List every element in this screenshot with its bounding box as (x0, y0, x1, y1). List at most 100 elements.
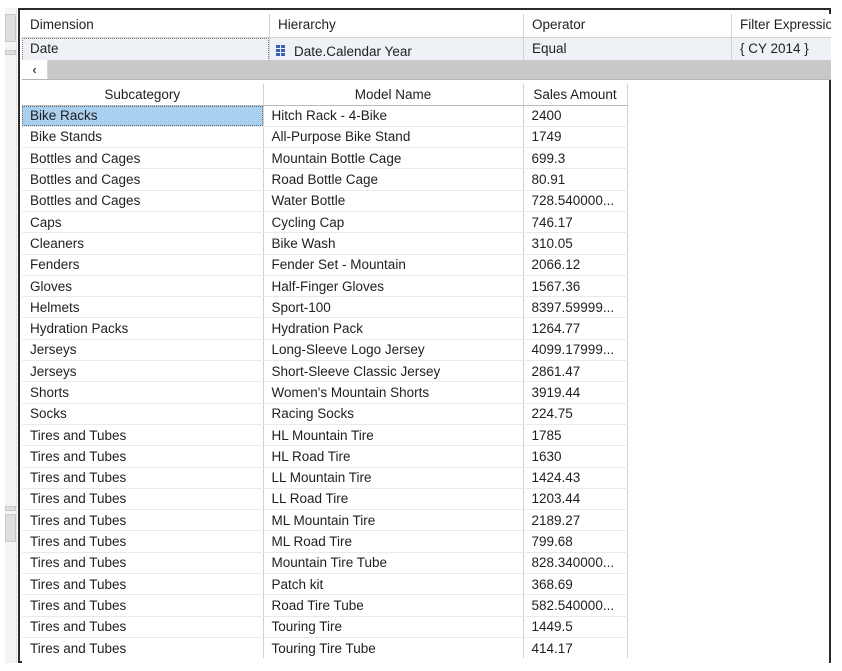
table-row[interactable]: Bottles and Cages Road Bottle Cage 80.91 (22, 168, 628, 191)
cell-model-name[interactable]: ML Mountain Tire (263, 509, 524, 532)
cell-subcategory[interactable]: Bottles and Cages (22, 147, 264, 170)
cell-subcategory[interactable]: Jerseys (22, 360, 264, 383)
cell-subcategory[interactable]: Bottles and Cages (22, 168, 264, 191)
cell-model-name[interactable]: Hydration Pack (263, 317, 524, 340)
table-row[interactable]: Socks Racing Socks 224.75 (22, 403, 628, 425)
cell-subcategory[interactable]: Tires and Tubes (22, 530, 264, 553)
table-row[interactable]: Bottles and Cages Mountain Bottle Cage 699… (22, 147, 628, 170)
cell-subcategory[interactable]: Cleaners (22, 232, 264, 255)
table-row[interactable]: Helmets Sport-100 8397.59999... (22, 296, 628, 319)
cell-sales-amount[interactable]: 368.69 (523, 573, 628, 596)
cell-subcategory[interactable]: Tires and Tubes (22, 616, 264, 638)
table-row[interactable]: Bottles and Cages Water Bottle 728.540000.… (22, 190, 628, 212)
cell-subcategory[interactable]: Bottles and Cages (22, 190, 264, 212)
cell-model-name[interactable]: Women's Mountain Shorts (263, 381, 524, 404)
cell-sales-amount[interactable]: 1567.36 (523, 275, 628, 298)
cell-subcategory[interactable]: Gloves (22, 275, 264, 298)
table-row[interactable]: Tires and Tubes Touring Tire 1449.5 (22, 616, 628, 638)
table-row[interactable]: Tires and Tubes Mountain Tire Tube 828.340… (22, 552, 628, 575)
table-row[interactable]: Caps Cycling Cap 746.17 (22, 211, 628, 234)
filter-header-operator[interactable]: Operator (524, 14, 732, 37)
cell-sales-amount[interactable]: 728.540000... (523, 190, 628, 212)
cell-sales-amount[interactable]: 1449.5 (523, 616, 628, 638)
cell-model-name[interactable]: Water Bottle (263, 190, 524, 212)
cell-model-name[interactable]: HL Road Tire (263, 445, 524, 468)
cell-subcategory[interactable]: Tires and Tubes (22, 488, 264, 511)
cell-subcategory[interactable]: Tires and Tubes (22, 637, 264, 660)
cell-model-name[interactable]: Touring Tire Tube (263, 637, 524, 660)
cell-subcategory[interactable]: Helmets (22, 296, 264, 319)
cell-sales-amount[interactable]: 1785 (523, 424, 628, 447)
table-row[interactable]: Cleaners Bike Wash 310.05 (22, 232, 628, 255)
cell-model-name[interactable]: Racing Socks (263, 403, 524, 425)
cell-subcategory[interactable]: Hydration Packs (22, 317, 264, 340)
cell-sales-amount[interactable]: 2066.12 (523, 254, 628, 276)
table-row[interactable]: Tires and Tubes Patch kit 368.69 (22, 573, 628, 596)
scrollbar-thumb-lower[interactable] (5, 514, 16, 542)
table-row[interactable]: Shorts Women's Mountain Shorts 3919.44 (22, 381, 628, 404)
table-row[interactable]: Gloves Half-Finger Gloves 1567.36 (22, 275, 628, 298)
cell-model-name[interactable]: All-Purpose Bike Stand (263, 126, 524, 149)
column-header-model-name[interactable]: Model Name (263, 84, 524, 106)
table-row[interactable]: Tires and Tubes LL Mountain Tire 1424.43 (22, 467, 628, 489)
cell-sales-amount[interactable]: 1424.43 (523, 467, 628, 489)
scrollbar-thumb-upper[interactable] (5, 14, 16, 42)
cell-model-name[interactable]: Sport-100 (263, 296, 524, 319)
column-header-subcategory[interactable]: Subcategory (22, 84, 264, 106)
outer-vertical-scrollbar[interactable] (5, 8, 17, 663)
cell-model-name[interactable]: Road Tire Tube (263, 594, 524, 617)
filter-cell-filter-expression[interactable]: { CY 2014 } (732, 38, 831, 61)
cell-subcategory[interactable]: Tires and Tubes (22, 445, 264, 468)
scrollbar-mark-upper[interactable] (5, 50, 16, 55)
table-row[interactable]: Jerseys Long-Sleeve Logo Jersey 4099.17999… (22, 339, 628, 362)
cell-model-name[interactable]: Touring Tire (263, 616, 524, 638)
cell-subcategory[interactable]: Tires and Tubes (22, 509, 264, 532)
cell-sales-amount[interactable]: 414.17 (523, 637, 628, 660)
table-row[interactable]: Tires and Tubes Road Tire Tube 582.540000.… (22, 594, 628, 617)
table-row[interactable]: Tires and Tubes Touring Tire Tube 414.17 (22, 637, 628, 660)
table-row[interactable]: Bike Racks Hitch Rack - 4-Bike 2400 (22, 105, 628, 127)
cell-model-name[interactable]: ML Road Tire (263, 530, 524, 553)
cell-sales-amount[interactable]: 4099.17999... (523, 339, 628, 362)
cell-sales-amount[interactable]: 699.3 (523, 147, 628, 170)
filter-row[interactable]: Date Date.Calendar Year Equal { CY 2014 … (22, 38, 831, 62)
cell-sales-amount[interactable]: 2400 (523, 105, 628, 127)
filter-header-filter-expression[interactable]: Filter Expression (732, 14, 831, 37)
table-row[interactable]: Fenders Fender Set - Mountain 2066.12 (22, 254, 628, 276)
cell-subcategory[interactable]: Socks (22, 403, 264, 425)
filter-cell-operator[interactable]: Equal (524, 38, 732, 61)
cell-sales-amount[interactable]: 224.75 (523, 403, 628, 425)
cell-sales-amount[interactable]: 799.68 (523, 530, 628, 553)
cell-subcategory[interactable]: Fenders (22, 254, 264, 276)
hscroll-track[interactable] (48, 60, 831, 79)
cell-sales-amount[interactable]: 2189.27 (523, 509, 628, 532)
cell-subcategory[interactable]: Tires and Tubes (22, 467, 264, 489)
cell-model-name[interactable]: Fender Set - Mountain (263, 254, 524, 276)
cell-sales-amount[interactable]: 746.17 (523, 211, 628, 234)
cell-sales-amount[interactable]: 582.540000... (523, 594, 628, 617)
cell-sales-amount[interactable]: 80.91 (523, 168, 628, 191)
cell-subcategory[interactable]: Jerseys (22, 339, 264, 362)
cell-subcategory[interactable]: Bike Racks (22, 105, 264, 127)
cell-sales-amount[interactable]: 2861.47 (523, 360, 628, 383)
cell-model-name[interactable]: Mountain Tire Tube (263, 552, 524, 575)
cell-model-name[interactable]: Long-Sleeve Logo Jersey (263, 339, 524, 362)
cell-model-name[interactable]: HL Mountain Tire (263, 424, 524, 447)
column-header-sales-amount[interactable]: Sales Amount (523, 84, 628, 106)
cell-model-name[interactable]: Cycling Cap (263, 211, 524, 234)
cell-subcategory[interactable]: Tires and Tubes (22, 573, 264, 596)
cell-sales-amount[interactable]: 1749 (523, 126, 628, 149)
cell-subcategory[interactable]: Tires and Tubes (22, 424, 264, 447)
cell-model-name[interactable]: Short-Sleeve Classic Jersey (263, 360, 524, 383)
table-row[interactable]: Tires and Tubes ML Mountain Tire 2189.27 (22, 509, 628, 532)
cell-model-name[interactable]: Hitch Rack - 4-Bike (263, 105, 524, 127)
cell-model-name[interactable]: LL Mountain Tire (263, 467, 524, 489)
cell-sales-amount[interactable]: 1630 (523, 445, 628, 468)
filter-header-dimension[interactable]: Dimension (22, 14, 270, 37)
cell-model-name[interactable]: Patch kit (263, 573, 524, 596)
filter-horizontal-scrollbar[interactable]: ‹ (22, 60, 831, 80)
filter-cell-hierarchy[interactable]: Date.Calendar Year (270, 38, 524, 61)
cell-subcategory[interactable]: Caps (22, 211, 264, 234)
cell-sales-amount[interactable]: 1264.77 (523, 317, 628, 340)
cell-subcategory[interactable]: Bike Stands (22, 126, 264, 149)
